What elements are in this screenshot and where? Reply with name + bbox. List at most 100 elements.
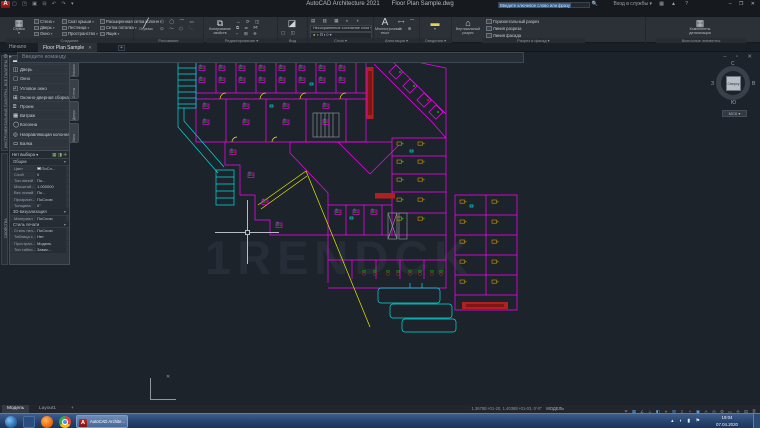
property-row[interactable]: МатериалПоСлою xyxy=(10,216,69,222)
autocad-taskbar-button[interactable]: A AutoCAD Archite... xyxy=(76,415,128,428)
tools-button[interactable]: ▦ Сервис ▾ xyxy=(8,18,30,36)
drawing-window-controls[interactable]: ‒ ▫ ✕ xyxy=(723,54,756,60)
draw-mini-icons-row1[interactable]: ⬠ ◯ ⌒ ▭ xyxy=(160,19,196,25)
modify-mini-icons-row3[interactable]: ⌐ ⊞ ⌯ xyxy=(236,31,259,37)
tool-glyph-icon: ◰ xyxy=(13,85,20,93)
match-properties-button[interactable]: ⧉ Копирование свойств xyxy=(207,18,233,36)
show-desktop-button[interactable] xyxy=(753,414,760,428)
property-section-1[interactable]: 3D-визуализация▾ xyxy=(10,209,69,216)
firefox-icon[interactable] xyxy=(41,416,53,428)
start-tab[interactable]: Начало xyxy=(4,43,31,52)
taskbar-clock[interactable]: 19:04 07.04.2020 xyxy=(706,415,748,428)
draw-mini-icons-row2[interactable]: ⊙ ～ ⬡ ⋱ xyxy=(160,26,195,32)
measure-button[interactable]: ▬ ▾ xyxy=(424,18,446,32)
viewcube[interactable]: С В Ю З Сверху МСК ▾ xyxy=(712,62,756,124)
palette-tool-7[interactable]: ◯Колонна xyxy=(10,120,69,129)
ribbon-tab-bar: ГлавнаяВставкаАннотацииВизуализацияВидУп… xyxy=(0,9,760,17)
palette-tool-1[interactable]: ◫Дверь xyxy=(10,65,69,74)
property-section-2[interactable]: Стиль печати▾ xyxy=(10,222,69,229)
ucs-dropdown[interactable]: МСК ▾ xyxy=(722,110,747,117)
property-row[interactable]: Тип табли...Завис... xyxy=(10,247,69,253)
property-value[interactable]: 0" xyxy=(36,203,66,209)
compass-west[interactable]: З xyxy=(711,81,714,87)
tool-icon xyxy=(62,19,67,24)
new-tab-button[interactable]: + xyxy=(118,45,125,51)
autocad-icon: A xyxy=(79,419,87,427)
close-icon[interactable]: ✕ xyxy=(88,45,92,50)
start-button[interactable] xyxy=(5,416,17,428)
file-tab-bar: Начало Floor Plan Sample✕ + xyxy=(0,43,760,52)
palette-tool-2[interactable]: ▢Окно xyxy=(10,74,69,83)
command-tools[interactable]: ⚙▸ xyxy=(0,52,16,63)
bulb-icon: ● xyxy=(313,33,315,37)
property-value[interactable]: Завис... xyxy=(36,247,66,253)
compass-south[interactable]: Ю xyxy=(731,100,736,106)
palette-tool-5[interactable]: ⌸Проем xyxy=(10,102,69,111)
annotation-mini-icons-row1[interactable]: ⟷ ⌒ xyxy=(398,19,416,25)
search-icon[interactable]: 🔍 xyxy=(592,0,598,9)
tool-palette-tabs: НачалоСтеныДвериОкна xyxy=(70,57,79,151)
lock-icon: ⊡ xyxy=(320,33,323,37)
object-type-dropdown[interactable]: Нет выбора ▾ ▦ ◨ ✛ xyxy=(10,151,69,159)
compass-east[interactable]: В xyxy=(752,81,755,87)
palette-tool-8[interactable]: ◎Направляющая колонна xyxy=(10,130,69,139)
chevron-icon: ▾ xyxy=(64,159,66,166)
model-space-button[interactable]: МОДЕЛЬ xyxy=(546,405,564,413)
vertical-section-button[interactable]: ⌂ Вертикальный разрез xyxy=(455,18,481,36)
palette-tool-6[interactable]: ▦Витраж xyxy=(10,111,69,120)
status-toggles: ⌗▦∠⊥◧⌖▥≡+▣A◎⚙▭✛▤≣ xyxy=(622,405,758,413)
search-input[interactable]: Введите ключевое слово или фразу xyxy=(498,2,590,8)
red-layer xyxy=(215,63,508,309)
mtext-button[interactable]: А Многострочный текст xyxy=(375,18,395,36)
system-tray[interactable]: ▴ ◗ ▮ ⚑ xyxy=(671,414,702,428)
palette-tool-3[interactable]: ◰Угловое окно xyxy=(10,84,69,93)
annotation-mini-icons-row2[interactable]: ▭ ⊕ xyxy=(398,26,413,32)
palette-tab-1[interactable]: Стены xyxy=(70,79,79,99)
compass-north[interactable]: С xyxy=(731,61,735,67)
section-line-icon xyxy=(486,19,492,24)
property-section-0[interactable]: Общие▾ xyxy=(10,159,69,166)
property-value[interactable]: ПоСлою xyxy=(36,216,66,222)
doc-title: Floor Plan Sample.dwg xyxy=(392,1,454,7)
tool-palette-titlebar[interactable]: ИНСТРУМЕНТАЛЬНЫЕ ПАЛИТРЫ - ВСЕ ПАЛИТРЫ xyxy=(1,55,8,151)
palette-tool-4[interactable]: ⊞Оконно-дверная сборка xyxy=(10,93,69,102)
panel-modify: ⧉ Копирование свойств ↔ ⟳ ◫ ⧉ ▱ ✂ ⌐ ⊞ ⌯ … xyxy=(206,17,278,43)
section-item-button[interactable]: Горизонтальный разрез xyxy=(486,18,539,25)
properties-titlebar[interactable]: СВОЙСТВА xyxy=(1,153,8,265)
quick-select-icon[interactable]: ▦ ◨ ✛ xyxy=(52,151,67,159)
view-button[interactable]: ◪ xyxy=(281,18,303,28)
line-button[interactable]: ╱ Отрезок xyxy=(135,18,157,32)
coordinates-readout: 1.3678E+01-20, 1.4036E+01-03, 0'-0" xyxy=(471,405,542,413)
section-items: Горизонтальный разрезЛиния разрезаЛиния … xyxy=(486,18,539,39)
tab-model[interactable]: Модель xyxy=(2,405,29,413)
taskbar: A AutoCAD Archite... ▴ ◗ ▮ ⚑ 19:04 07.04… xyxy=(0,413,760,428)
help-icon[interactable]: ? xyxy=(685,0,688,9)
tab-layout1[interactable]: Layout1 xyxy=(34,405,61,413)
section-item-button[interactable]: Линия разреза xyxy=(486,25,539,32)
viewcube-top-face[interactable]: Сверху xyxy=(726,76,741,91)
chrome-icon[interactable] xyxy=(59,416,71,428)
palette-tab-3[interactable]: Окна xyxy=(70,123,79,143)
taskbar-app-icon[interactable] xyxy=(23,416,35,428)
command-input[interactable]: Введите команду xyxy=(17,52,524,63)
tool-icon xyxy=(34,19,39,24)
palette-tab-2[interactable]: Двери xyxy=(70,101,79,121)
doc-tab[interactable]: Floor Plan Sample✕ xyxy=(38,43,97,52)
property-row[interactable]: Толщина0" xyxy=(10,203,69,209)
add-layout-button[interactable]: + xyxy=(66,405,79,413)
window-controls[interactable]: – ❐ ✕ xyxy=(729,0,758,9)
palette-tool-9[interactable]: ▭Балка xyxy=(10,139,69,148)
cart-icon[interactable]: ▦ xyxy=(659,0,664,9)
section-line-icon xyxy=(486,26,492,31)
view-icon: ◪ xyxy=(281,18,303,28)
chevron-icon: ▾ xyxy=(64,209,66,216)
sign-in-button[interactable]: Вход в службы ▾ xyxy=(614,0,652,9)
gray-layer xyxy=(313,113,407,239)
tool-glyph-icon: ▢ xyxy=(13,75,20,83)
layer-mini-icons[interactable]: ▤ ▥ ▦ ◐ ◑ xyxy=(311,18,362,24)
detail-components-button[interactable]: ▦ Компоненты детализации xyxy=(680,18,720,36)
view-mini-icons[interactable]: ▢ ◫ xyxy=(281,30,297,36)
drawing-canvas[interactable]: 1RENDCK ‒ ▫ ✕ xyxy=(0,52,760,405)
layer-state-dropdown[interactable]: Несохраненное состояние слоя ▾ xyxy=(310,25,372,32)
apps-icon[interactable]: ▲ xyxy=(671,0,676,9)
